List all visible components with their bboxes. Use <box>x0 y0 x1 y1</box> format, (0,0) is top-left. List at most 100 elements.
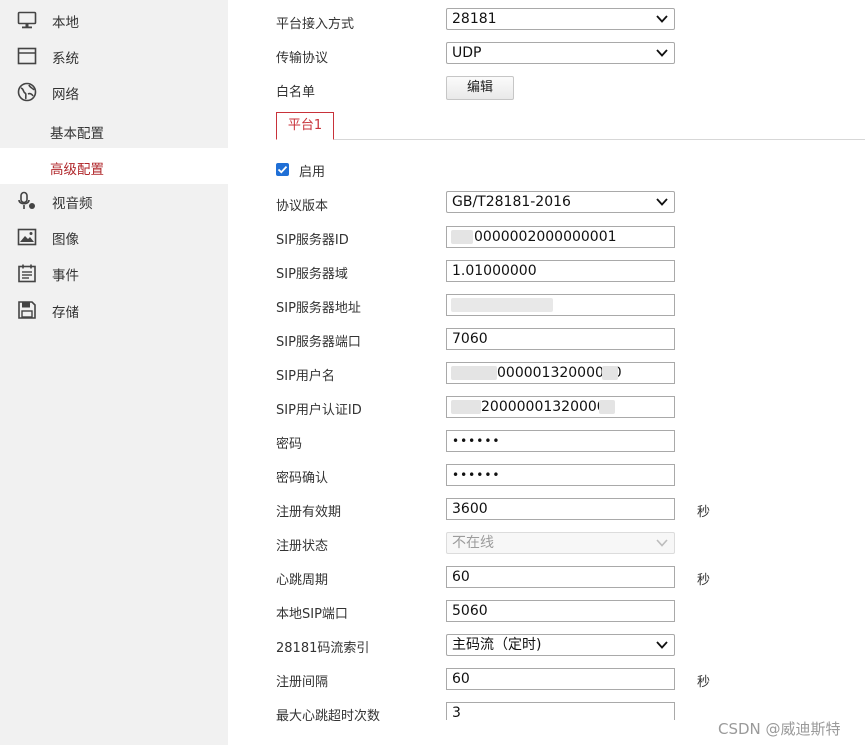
reg-validity-unit: 秒 <box>697 505 711 520</box>
sip-server-id-value: 0000002000000001 <box>474 229 617 245</box>
local-sip-port-input[interactable]: 5060 <box>446 600 675 622</box>
sidebar-item-local[interactable]: 本地 <box>0 2 228 38</box>
calendar-icon <box>18 264 36 283</box>
chevron-down-icon <box>656 15 668 23</box>
watermark: CSDN @威迪斯特 <box>718 720 841 738</box>
monitor-icon <box>17 11 37 29</box>
sidebar-item-label: 网络 <box>52 87 79 103</box>
reg-interval-value: 60 <box>452 671 470 687</box>
heartbeat-label: 心跳周期 <box>276 573 329 588</box>
sidebar-item-label: 存储 <box>52 305 79 321</box>
redacted-block <box>602 366 618 380</box>
enable-checkbox[interactable] <box>276 163 289 176</box>
sip-auth-id-input[interactable]: 200000013200000 <box>446 396 675 418</box>
access-mode-select[interactable]: 28181 <box>446 8 675 30</box>
heartbeat-input[interactable]: 60 <box>446 566 675 588</box>
sidebar-subitem-label: 高级配置 <box>50 162 104 178</box>
sidebar-subitem-basic-config[interactable]: 基本配置 <box>0 112 228 148</box>
stream-index-select[interactable]: 主码流（定时) <box>446 634 675 656</box>
transport-label: 传输协议 <box>276 51 329 66</box>
chevron-down-icon <box>656 539 668 547</box>
transport-select[interactable]: UDP <box>446 42 675 64</box>
redacted-block <box>451 400 481 414</box>
sip-server-id-label: SIP服务器ID <box>276 233 349 248</box>
globe-icon <box>17 82 37 102</box>
sidebar-item-storage[interactable]: 存储 <box>0 292 228 328</box>
sidebar-item-audio-video[interactable]: 视音频 <box>0 183 228 219</box>
reg-interval-label: 注册间隔 <box>276 675 329 690</box>
sidebar: 本地 系统 网络 基本配置 高级配置 视音频 图像 事件 存储 <box>0 0 228 745</box>
sip-server-address-label: SIP服务器地址 <box>276 301 361 316</box>
sip-username-label: SIP用户名 <box>276 369 335 384</box>
sidebar-subitem-advanced-config[interactable]: 高级配置 <box>0 148 228 184</box>
redacted-block <box>451 298 553 312</box>
sidebar-item-network[interactable]: 网络 <box>0 74 228 110</box>
tab-platform-1[interactable]: 平台1 <box>276 112 334 140</box>
password-confirm-label: 密码确认 <box>276 471 329 486</box>
max-heartbeat-timeout-value: 3 <box>452 705 461 720</box>
sip-auth-id-label: SIP用户认证ID <box>276 403 362 418</box>
tab-divider <box>276 139 865 140</box>
sidebar-item-system[interactable]: 系统 <box>0 38 228 74</box>
reg-interval-unit: 秒 <box>697 675 711 690</box>
floppy-disk-icon <box>18 301 36 319</box>
sip-server-id-input[interactable]: 0000002000000001 <box>446 226 675 248</box>
heartbeat-value: 60 <box>452 569 470 585</box>
sidebar-item-label: 本地 <box>52 15 79 31</box>
sip-server-address-input[interactable] <box>446 294 675 316</box>
local-sip-port-value: 5060 <box>452 603 488 619</box>
whitelist-label: 白名单 <box>276 85 316 100</box>
sip-server-domain-label: SIP服务器域 <box>276 267 348 282</box>
checkmark-icon <box>277 165 288 174</box>
access-mode-value: 28181 <box>452 11 497 27</box>
sip-auth-id-value: 200000013200000 <box>481 399 615 415</box>
sip-server-port-input[interactable]: 7060 <box>446 328 675 350</box>
chevron-down-icon <box>656 49 668 57</box>
sidebar-item-event[interactable]: 事件 <box>0 255 228 291</box>
heartbeat-unit: 秒 <box>697 573 711 588</box>
redacted-block <box>451 366 497 380</box>
sidebar-item-image[interactable]: 图像 <box>0 219 228 255</box>
enable-label: 启用 <box>299 165 326 180</box>
window-icon <box>17 47 37 65</box>
max-heartbeat-timeout-input[interactable]: 3 <box>446 702 675 720</box>
sidebar-item-label: 视音频 <box>52 196 93 212</box>
sip-server-domain-input[interactable]: 1.01000000 <box>446 260 675 282</box>
protocol-version-value: GB/T28181-2016 <box>452 194 571 210</box>
transport-value: UDP <box>452 45 482 61</box>
reg-status-select: 不在线 <box>446 532 675 554</box>
reg-validity-value: 3600 <box>452 501 488 517</box>
password-label: 密码 <box>276 437 303 452</box>
password-confirm-input[interactable]: •••••• <box>446 464 675 486</box>
password-value: •••••• <box>452 434 501 448</box>
password-input[interactable]: •••••• <box>446 430 675 452</box>
sip-server-domain-value: 1.01000000 <box>452 263 537 279</box>
reg-status-value: 不在线 <box>452 535 494 551</box>
redacted-block <box>599 400 615 414</box>
reg-interval-input[interactable]: 60 <box>446 668 675 690</box>
image-icon <box>17 228 37 246</box>
protocol-version-select[interactable]: GB/T28181-2016 <box>446 191 675 213</box>
sip-server-port-value: 7060 <box>452 331 488 347</box>
reg-validity-label: 注册有效期 <box>276 505 342 520</box>
sidebar-subitem-label: 基本配置 <box>50 126 104 142</box>
protocol-version-label: 协议版本 <box>276 199 329 214</box>
reg-status-label: 注册状态 <box>276 539 329 554</box>
sidebar-item-label: 事件 <box>52 268 79 284</box>
stream-index-value: 主码流（定时) <box>452 637 542 653</box>
stream-index-label: 28181码流索引 <box>276 641 370 656</box>
access-mode-label: 平台接入方式 <box>276 17 355 32</box>
local-sip-port-label: 本地SIP端口 <box>276 607 348 622</box>
password-confirm-value: •••••• <box>452 468 501 482</box>
microphone-icon <box>18 191 35 209</box>
sip-username-input[interactable]: 00000132000000 <box>446 362 675 384</box>
chevron-down-icon <box>656 198 668 206</box>
sidebar-item-label: 系统 <box>52 51 79 67</box>
max-heartbeat-timeout-label: 最大心跳超时次数 <box>276 709 381 724</box>
sidebar-item-label: 图像 <box>52 232 79 248</box>
edit-whitelist-button[interactable]: 编辑 <box>446 76 514 100</box>
redacted-block <box>451 230 473 244</box>
sip-server-port-label: SIP服务器端口 <box>276 335 361 350</box>
chevron-down-icon <box>656 641 668 649</box>
reg-validity-input[interactable]: 3600 <box>446 498 675 520</box>
